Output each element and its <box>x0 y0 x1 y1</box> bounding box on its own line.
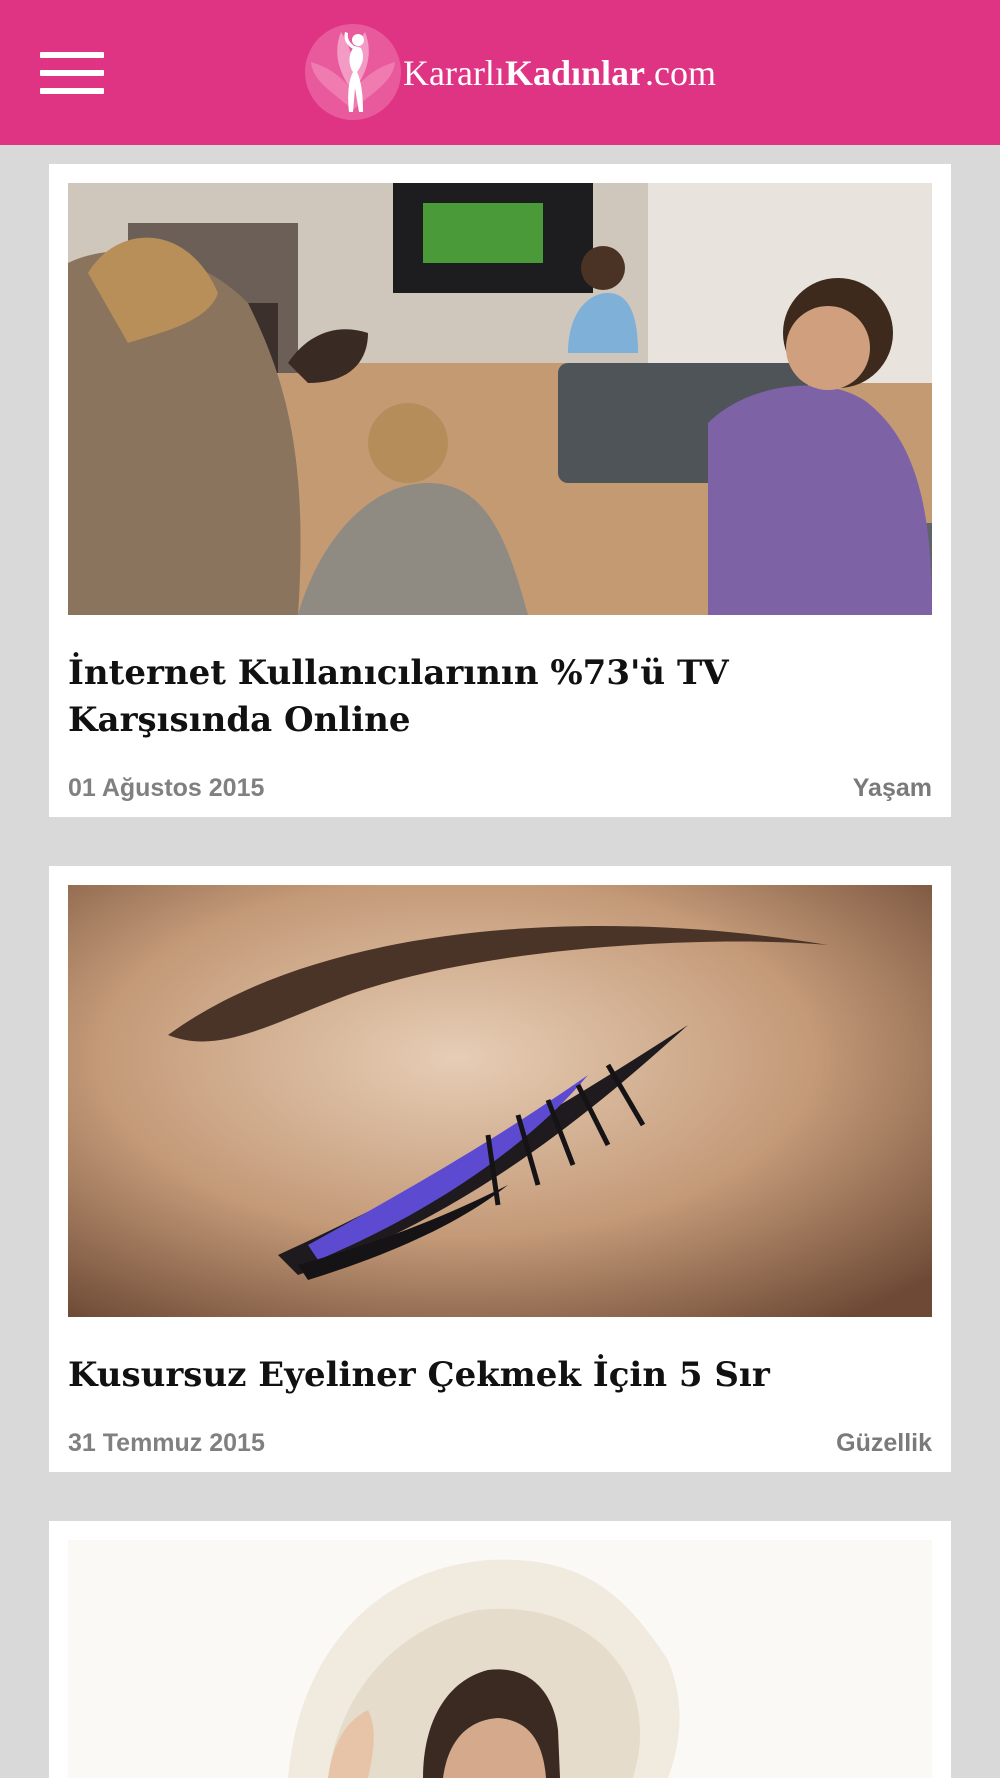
article-date: 31 Temmuz 2015 <box>68 1429 265 1457</box>
article-image-pillow[interactable] <box>68 1540 932 1778</box>
article-category[interactable]: Güzellik <box>836 1429 932 1458</box>
article-date: 01 Ağustos 2015 <box>68 774 265 802</box>
lotus-woman-logo-icon <box>305 24 401 120</box>
site-logo[interactable]: KararlıKadınlar.com <box>303 22 723 122</box>
article-title[interactable]: İnternet Kullanıcılarının %73'ü TV Karşı… <box>68 650 932 744</box>
article-category[interactable]: Yaşam <box>853 774 932 803</box>
article-card[interactable] <box>49 1521 951 1778</box>
brand-name: KararlıKadınlar.com <box>403 53 716 93</box>
article-title[interactable]: Kusursuz Eyeliner Çekmek İçin 5 Sır <box>68 1352 932 1399</box>
top-app-bar: KararlıKadınlar.com <box>0 0 1000 145</box>
article-card[interactable]: İnternet Kullanıcılarının %73'ü TV Karşı… <box>49 164 951 817</box>
article-image-family-tv[interactable] <box>68 183 932 615</box>
hamburger-menu-icon[interactable] <box>40 52 104 94</box>
article-image-eyeliner[interactable] <box>68 885 932 1317</box>
article-card[interactable]: Kusursuz Eyeliner Çekmek İçin 5 Sır 31 T… <box>49 866 951 1472</box>
